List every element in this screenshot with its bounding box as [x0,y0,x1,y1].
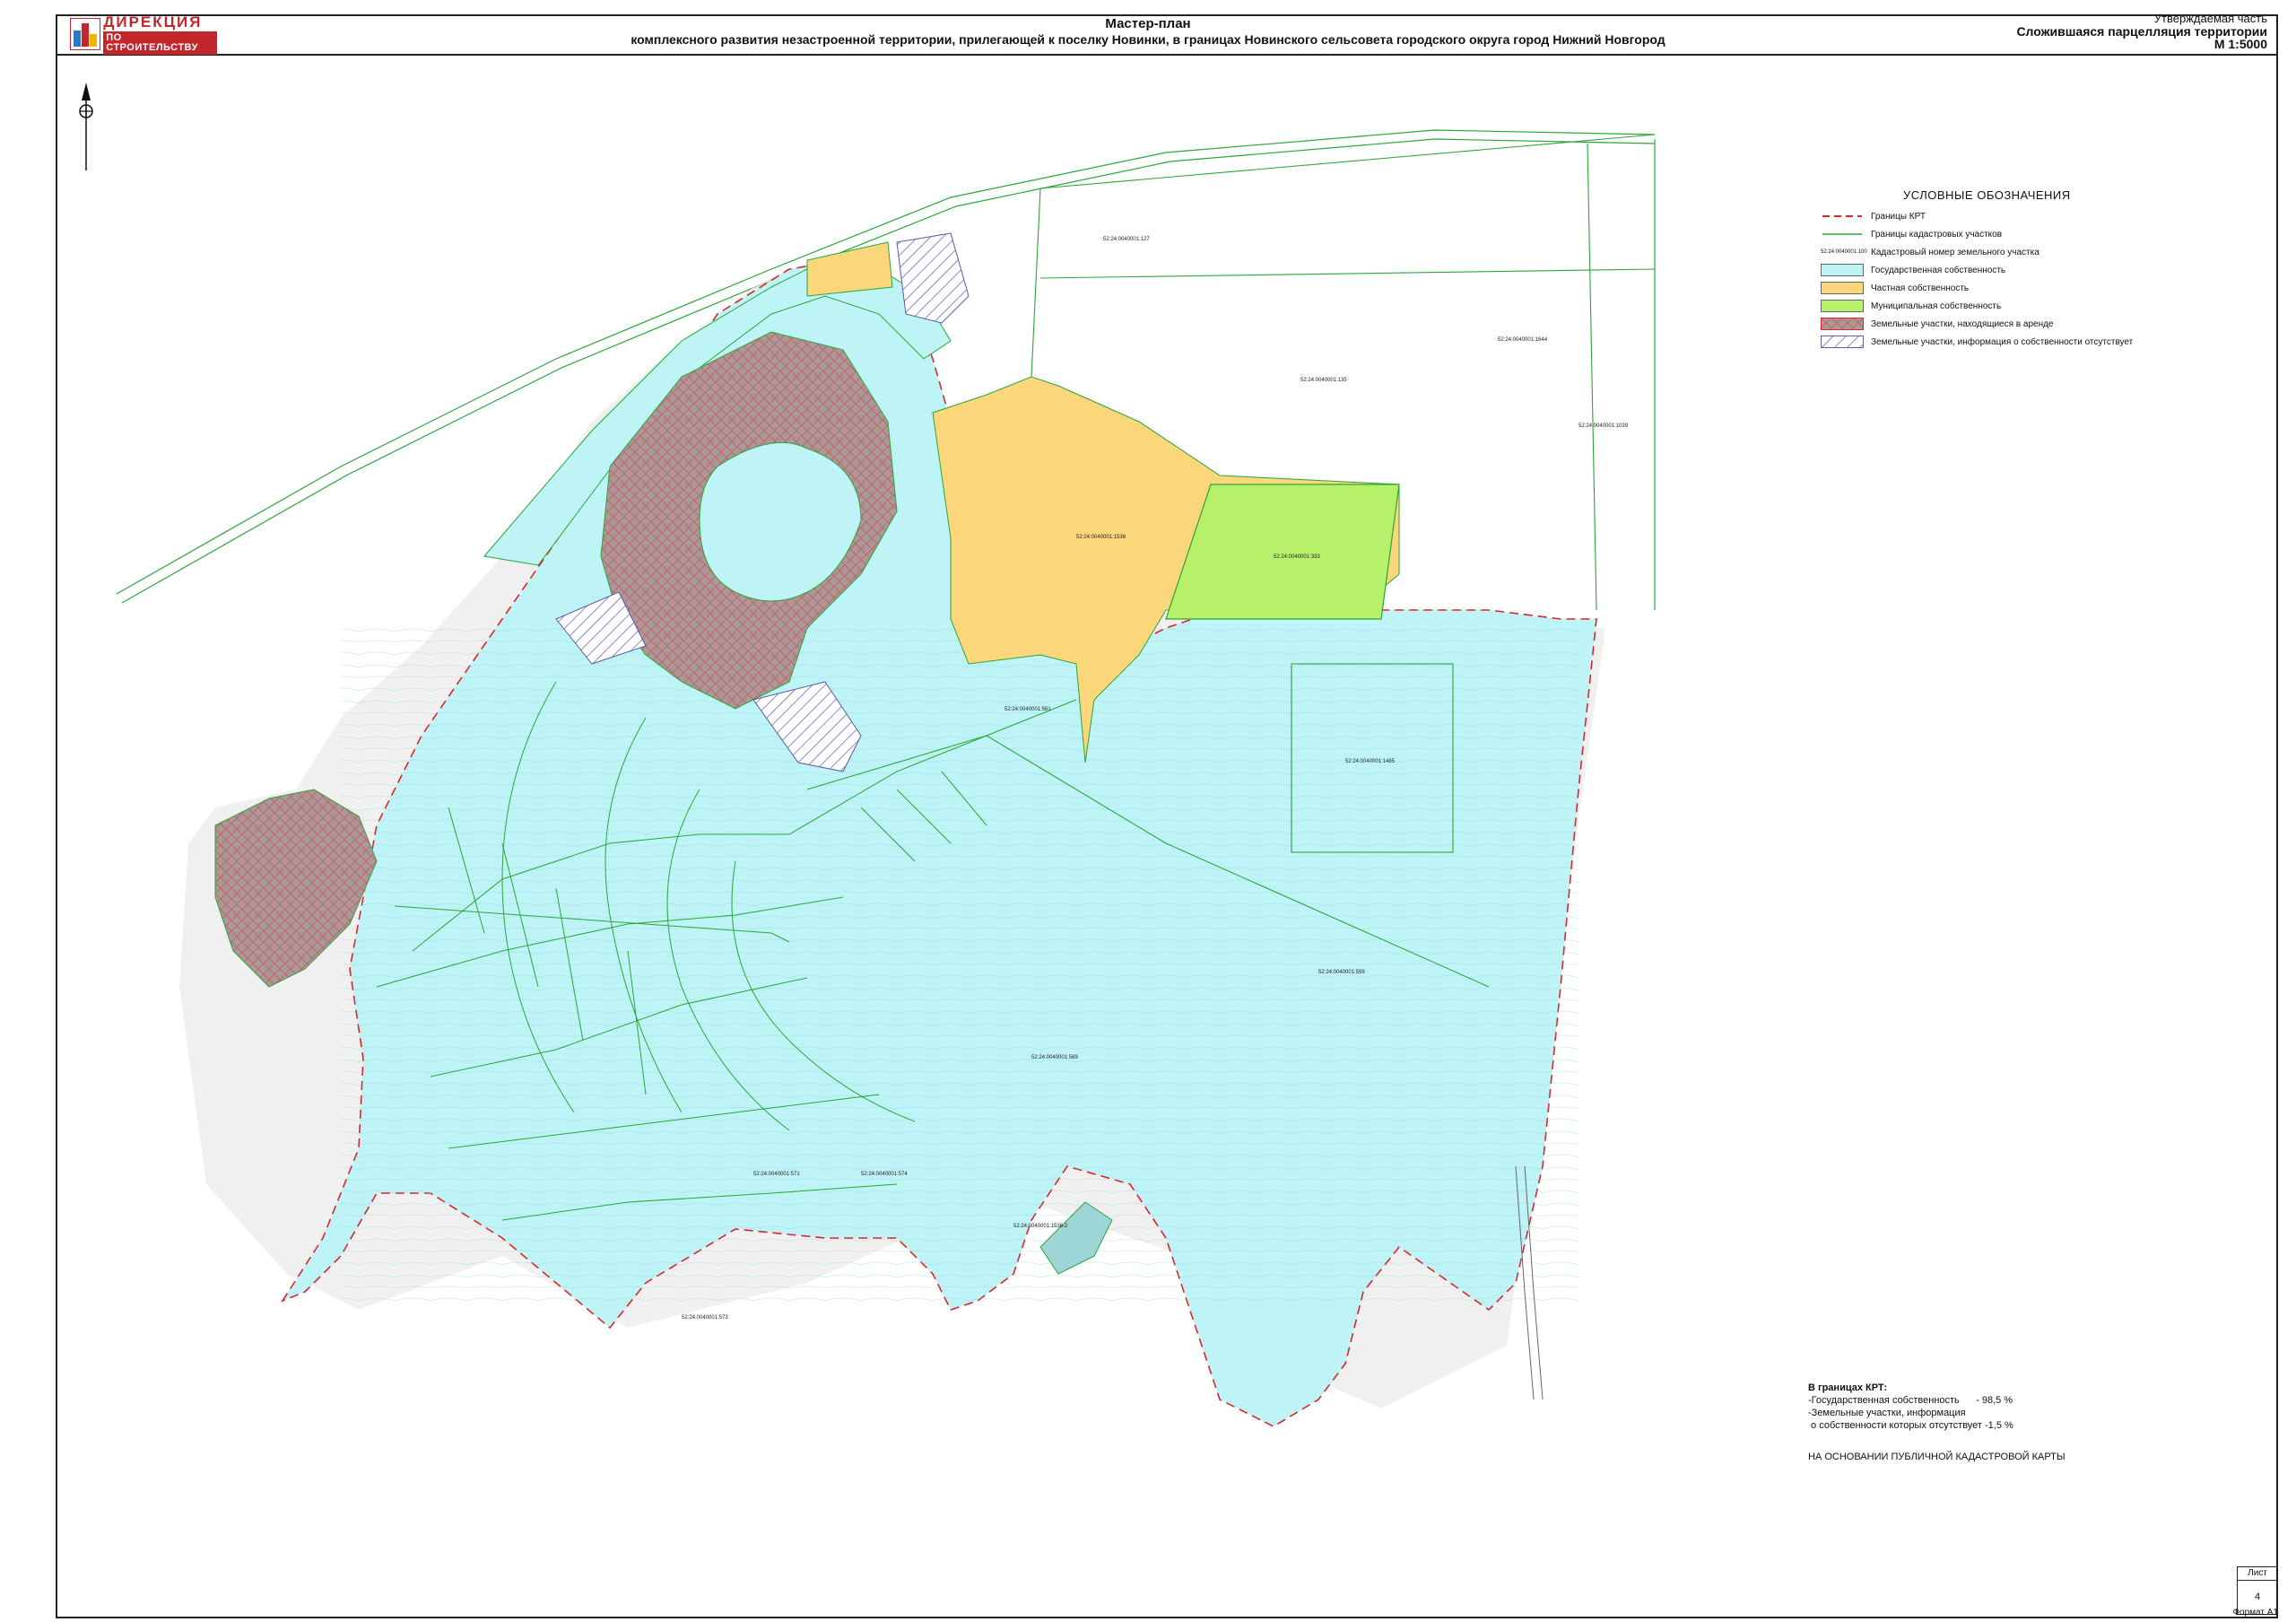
parcel-label: 52:24:0040001:561 [1004,707,1051,712]
legend-label: Границы кадастровых участков [1871,229,2003,240]
parcel-label: 52:24:0040001:599 [1318,970,1365,975]
source-note: НА ОСНОВАНИИ ПУБЛИЧНОЙ КАДАСТРОВОЙ КАРТЫ [1808,1452,2066,1462]
stats-line: -Государственная собственность - 98,5 % [1808,1395,2013,1406]
stats-line: -Земельные участки, информация [1808,1408,1966,1418]
legend-label: Кадастровый номер земельного участка [1871,247,2039,257]
green-line-icon [1822,233,1862,235]
legend: УСЛОВНЫЕ ОБОЗНАЧЕНИЯ Границы КРТ Границы… [1821,188,2197,351]
sheet-title: Сложившаяся парцелляция территории [2016,24,2267,39]
legend-label: Государственная собственность [1871,265,2006,275]
legend-item-cadastral-number: 52:24:0040001:100 Кадастровый номер земе… [1821,243,2197,261]
parcel-label: 52:24:0040001:1485 [1345,759,1396,764]
parcel-label: 52:24:0040001:574 [861,1172,908,1177]
stats-heading: В границах КРТ: [1808,1382,1888,1393]
parcel-label: 52:24:0040001:135 [1300,378,1347,383]
blue-hatch-icon [1821,336,1864,348]
legend-label: Земельные участки, находящиеся в аренде [1871,318,2054,329]
red-hatch-icon [1821,318,1864,330]
parcel-label: 52:24:0040001:333 [1274,554,1320,560]
part-label: Утверждаемая часть [2153,12,2267,25]
private-parcels-top [806,241,893,297]
private-swatch-icon [1821,282,1864,294]
parcel-label: 52:24:0040001:1536 [1076,535,1126,540]
legend-item-lease: Земельные участки, находящиеся в аренде [1821,315,2197,333]
legend-title: УСЛОВНЫЕ ОБОЗНАЧЕНИЯ [1903,188,2071,202]
unknown-parcel-north [896,232,970,324]
legend-label: Земельные участки, информация о собствен… [1871,336,2134,347]
title-right-block: Утверждаемая часть Сложившаяся парцелляц… [2016,12,2267,51]
legend-item-krt-boundary: Границы КРТ [1821,207,2197,225]
parcel-label: 52:24:0040001:571 [753,1172,800,1177]
parcel-label: 52:24:0040001:127 [1103,237,1150,242]
label-sample: 52:24:0040001:100 [1821,249,1867,255]
state-swatch-icon [1821,264,1864,276]
parcel-label: 52:24:0040001:1536-2 [1013,1224,1068,1229]
ownership-stats: В границах КРТ: -Государственная собстве… [1808,1382,2013,1432]
sheet-label: Лист [2238,1567,2277,1581]
title-line-2: комплексного развития незастроенной терр… [631,32,1665,47]
legend-item-cadastral-boundary: Границы кадастровых участков [1821,225,2197,243]
legend-label: Муниципальная собственность [1871,301,2002,311]
stats-line: о собственности которых отсутствует -1,5… [1808,1420,2013,1431]
state-land-texture [341,628,1578,1310]
logo-mark-icon [70,18,100,50]
logo: ДИРЕКЦИЯ ПО СТРОИТЕЛЬСТВУ [70,13,217,55]
parcel-label: 52:24:0040001:1039 [1578,423,1629,429]
legend-item-unknown: Земельные участки, информация о собствен… [1821,333,2197,351]
municipal-swatch-icon [1821,300,1864,312]
legend-item-private: Частная собственность [1821,279,2197,297]
legend-label: Границы КРТ [1871,211,1926,222]
parcel-label: 52:24:0040001:1644 [1498,337,1548,343]
legend-item-state: Государственная собственность [1821,261,2197,279]
dashed-line-icon [1822,215,1862,217]
legend-item-municipal: Муниципальная собственность [1821,297,2197,315]
paper-format: Формат А1 [2232,1608,2278,1618]
title-line-1: Мастер-план [1105,16,1191,31]
document-title: Мастер-план комплексного развития незаст… [448,16,1848,48]
parcel-label: 52:24:0040001:589 [1031,1055,1078,1060]
logo-line-1: ДИРЕКЦИЯ [103,13,203,31]
legend-label: Частная собственность [1871,283,1970,293]
logo-line-2: ПО СТРОИТЕЛЬСТВУ [103,31,217,55]
parcel-label: 52:24:0040001:573 [682,1315,728,1321]
north-arrow-icon [79,83,93,170]
scale-label: М 1:5000 [2213,37,2267,51]
